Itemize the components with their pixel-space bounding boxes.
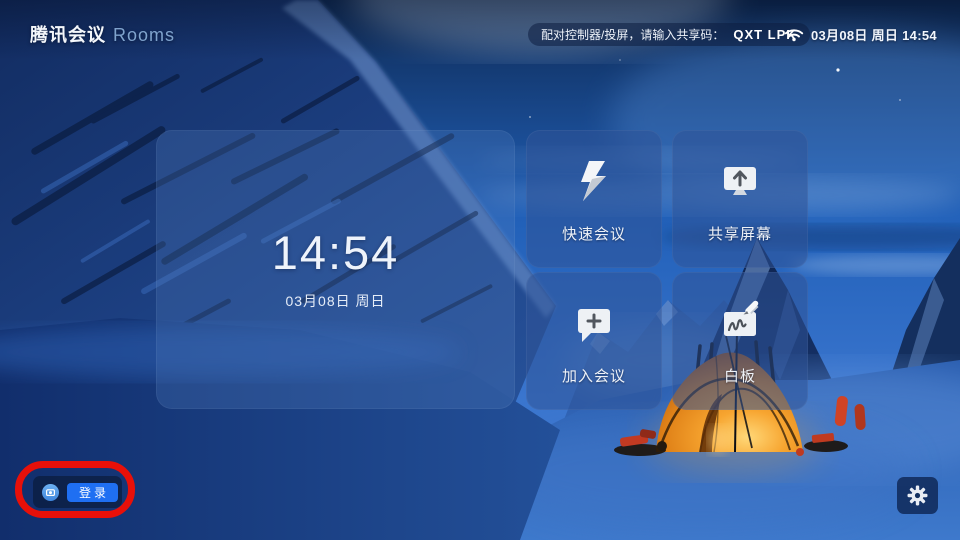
tile-join-meeting[interactable]: 加入会议: [526, 272, 662, 410]
clock-time: 14:54: [271, 225, 400, 279]
app-logo-en: Rooms: [113, 25, 176, 45]
screen-upload-icon: [724, 167, 756, 195]
tencent-meeting-rooms-home: { "app": { "title_cn": "腾讯会议", "title_en…: [0, 0, 960, 540]
lightning-icon: [581, 161, 606, 201]
tile-label: 加入会议: [561, 368, 626, 385]
app-logo-cn: 腾讯会议: [30, 25, 106, 45]
wifi-icon: [784, 29, 804, 42]
pairing-hint-text: 配对控制器/投屏，请输入共享码：: [541, 28, 725, 42]
chat-plus-icon: [578, 309, 610, 342]
pairing-code-pill: 配对控制器/投屏，请输入共享码： QXT LPK: [528, 23, 810, 46]
app-logo: 腾讯会议 Rooms: [30, 21, 175, 47]
tile-quick-meeting[interactable]: 快速会议: [526, 130, 662, 268]
clock-panel: 14:54 03月08日 周日: [156, 130, 515, 409]
gear-icon: [907, 485, 928, 506]
settings-button[interactable]: [897, 477, 938, 514]
rooms-display-icon: [42, 483, 59, 501]
login-widget: 登录: [33, 476, 122, 508]
tile-label: 白板: [723, 368, 756, 385]
whiteboard-pen-icon: [724, 300, 759, 336]
clock-date: 03月08日 周日: [285, 292, 386, 309]
tile-whiteboard[interactable]: 白板: [672, 272, 808, 410]
tile-label: 快速会议: [561, 226, 626, 243]
tile-label: 共享屏幕: [707, 226, 772, 243]
login-button[interactable]: 登录: [67, 482, 118, 502]
status-datetime: 03月08日 周日 14:54: [811, 28, 937, 43]
tile-share-screen[interactable]: 共享屏幕: [672, 130, 808, 268]
